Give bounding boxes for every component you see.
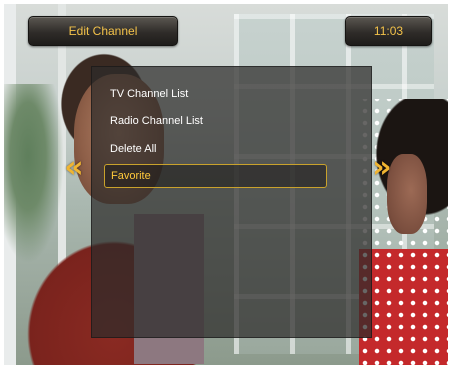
double-chevron-right-icon[interactable]: »	[372, 153, 392, 183]
edit-channel-menu: TV Channel List Radio Channel List Delet…	[91, 66, 372, 338]
clock-bar: 11:03	[345, 16, 432, 46]
menu-item-label: Delete All	[110, 143, 157, 155]
double-chevron-left-icon[interactable]: «	[64, 153, 84, 183]
menu-item-label: Favorite	[111, 170, 151, 182]
menu-item-radio-channel-list[interactable]: Radio Channel List	[104, 109, 327, 133]
menu-title: Edit Channel	[68, 24, 138, 38]
clock-time: 11:03	[373, 24, 404, 38]
menu-title-bar: Edit Channel	[28, 16, 178, 46]
menu-item-favorite[interactable]: Favorite	[104, 164, 327, 188]
menu-item-label: Radio Channel List	[110, 115, 203, 127]
menu-item-delete-all[interactable]: Delete All	[104, 137, 327, 161]
person-right-face	[387, 154, 427, 234]
menu-item-label: TV Channel List	[110, 88, 189, 100]
menu-item-tv-channel-list[interactable]: TV Channel List	[104, 82, 327, 106]
